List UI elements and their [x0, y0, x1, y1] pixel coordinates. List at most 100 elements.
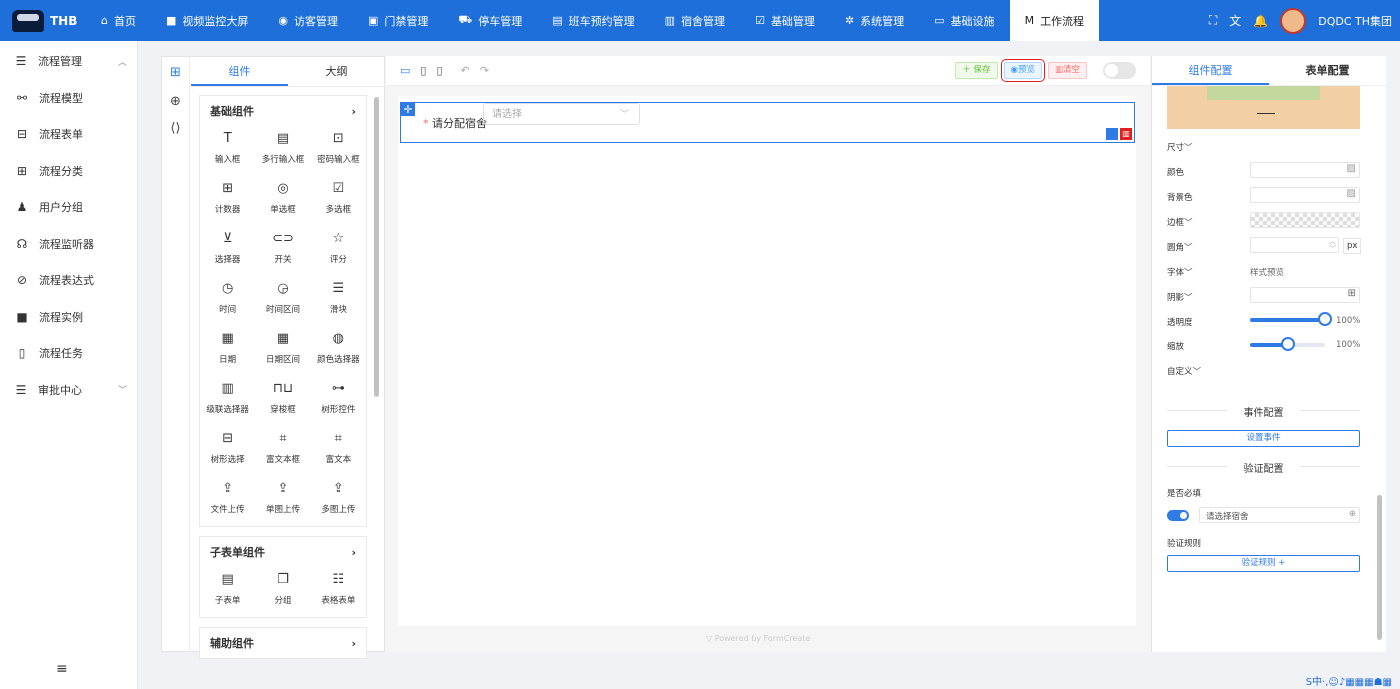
- shadow-label[interactable]: 阴影﹀: [1167, 291, 1193, 303]
- component-item[interactable]: ⊞ 计数器: [200, 176, 255, 220]
- form-field-dormitory[interactable]: ✛ * 请分配宿舍 请选择 ﹀ ▥: [400, 102, 1135, 143]
- globe-icon[interactable]: ⊕: [1349, 509, 1356, 519]
- component-item[interactable]: ◍ 颜色选择器: [311, 326, 366, 370]
- component-item[interactable]: ⊻ 选择器: [200, 226, 255, 270]
- color-input[interactable]: ▨: [1250, 162, 1360, 178]
- bg-color-input[interactable]: ▨: [1250, 187, 1360, 203]
- avatar[interactable]: [1280, 7, 1307, 34]
- add-rule-button[interactable]: 验证规则 +: [1167, 555, 1360, 572]
- component-item[interactable]: ◶ 时间区间: [255, 276, 310, 320]
- color-picker-icon[interactable]: ▨: [1347, 188, 1356, 199]
- tab-form-config[interactable]: 表单配置: [1269, 56, 1386, 85]
- desktop-view-icon[interactable]: ▭: [400, 64, 410, 77]
- mobile-view-icon[interactable]: ▯: [436, 64, 442, 77]
- component-item[interactable]: ⊂⊃ 开关: [255, 226, 310, 270]
- globe-icon[interactable]: ⊕: [162, 94, 189, 109]
- component-item[interactable]: ⊓⊔ 穿梭框: [255, 376, 310, 420]
- radius-input[interactable]: ︿ ﹀: [1250, 237, 1339, 253]
- font-label[interactable]: 字体﹀: [1167, 266, 1193, 278]
- tab-outline[interactable]: 大纲: [288, 57, 385, 86]
- component-item[interactable]: ☷ 表格表单: [311, 567, 366, 611]
- component-item[interactable]: ⇪ 多图上传: [311, 476, 366, 520]
- dormitory-select[interactable]: 请选择 ﹀: [483, 103, 640, 125]
- size-label[interactable]: 尺寸﹀: [1167, 141, 1193, 153]
- theme-toggle[interactable]: [1103, 62, 1136, 79]
- code-icon[interactable]: ⟨⟩: [162, 121, 189, 136]
- clear-button[interactable]: ▥清空: [1047, 62, 1087, 79]
- component-item[interactable]: ☰ 滑块: [311, 276, 366, 320]
- component-item[interactable]: ⊟ 树形选择: [200, 426, 255, 470]
- nav-item-7[interactable]: ☑ 基础管理: [740, 0, 830, 41]
- component-item[interactable]: ❐ 分组: [255, 567, 310, 611]
- shadow-input[interactable]: ⊞: [1250, 287, 1360, 303]
- component-item[interactable]: ⌗ 富文本框: [255, 426, 310, 470]
- set-event-button[interactable]: 设置事件: [1167, 430, 1360, 447]
- required-switch[interactable]: [1167, 510, 1189, 521]
- slider-knob[interactable]: [1318, 312, 1332, 326]
- custom-label[interactable]: 自定义﹀: [1167, 365, 1201, 377]
- sidebar-group-approval-center[interactable]: ☰ 审批中心 ﹀: [0, 372, 137, 409]
- opacity-slider[interactable]: [1250, 312, 1332, 326]
- redo-icon[interactable]: ↷: [480, 64, 489, 77]
- component-item[interactable]: ◷ 时间: [200, 276, 255, 320]
- shadow-picker-icon[interactable]: ⊞: [1348, 288, 1356, 299]
- border-pattern-preview[interactable]: [1250, 212, 1360, 228]
- tablet-view-icon[interactable]: ▯: [420, 64, 426, 77]
- user-name[interactable]: DQDC TH集团: [1318, 13, 1392, 29]
- nav-item-2[interactable]: ◉ 访客管理: [263, 0, 353, 41]
- right-panel-scrollbar[interactable]: [1377, 495, 1382, 640]
- nav-item-10[interactable]: M 工作流程: [1009, 0, 1100, 41]
- color-picker-icon[interactable]: ▨: [1347, 163, 1356, 174]
- component-group-header[interactable]: 辅助组件 ›: [200, 628, 366, 658]
- undo-icon[interactable]: ↶: [461, 64, 470, 77]
- stepper-icon[interactable]: ︿ ﹀: [1329, 237, 1336, 253]
- sidebar-item-5[interactable]: ⊘ 流程表达式: [0, 262, 137, 299]
- sidebar-group-process-management[interactable]: ☰ 流程管理 ︿: [0, 43, 137, 80]
- nav-item-9[interactable]: ▭ 基础设施: [919, 0, 1009, 41]
- nav-item-5[interactable]: ▤ 班车预约管理: [537, 0, 649, 41]
- nav-item-3[interactable]: ▣ 门禁管理: [353, 0, 443, 41]
- component-item[interactable]: ⇪ 单图上传: [255, 476, 310, 520]
- nav-item-1[interactable]: ■ 视频监控大屏: [151, 0, 263, 41]
- sidebar-item-6[interactable]: ■ 流程实例: [0, 299, 137, 336]
- fullscreen-icon[interactable]: ⛶: [1209, 13, 1217, 28]
- grid-icon[interactable]: ⊞: [162, 65, 189, 80]
- copy-field-icon[interactable]: [1106, 128, 1118, 140]
- component-item[interactable]: ⌗ 富文本: [311, 426, 366, 470]
- component-item[interactable]: ▦ 日期区间: [255, 326, 310, 370]
- logo[interactable]: THB: [0, 0, 86, 41]
- drag-handle-icon[interactable]: ✛: [401, 103, 415, 116]
- slider-knob[interactable]: [1280, 337, 1295, 351]
- sidebar-item-4[interactable]: ☊ 流程监听器: [0, 226, 137, 263]
- component-item[interactable]: ▤ 子表单: [200, 567, 255, 611]
- sidebar-item-7[interactable]: ▯ 流程任务: [0, 335, 137, 372]
- delete-field-icon[interactable]: ▥: [1120, 128, 1132, 140]
- tab-component-config[interactable]: 组件配置: [1152, 56, 1269, 85]
- language-icon[interactable]: 文: [1229, 12, 1241, 29]
- sidebar-item-2[interactable]: ⊞ 流程分类: [0, 153, 137, 190]
- nav-item-8[interactable]: ✲ 系统管理: [830, 0, 919, 41]
- component-item[interactable]: ▥ 级联选择器: [200, 376, 255, 420]
- scale-slider[interactable]: [1250, 337, 1325, 351]
- collapse-sidebar-icon[interactable]: ≡: [56, 661, 68, 677]
- ime-tray[interactable]: S中·,☺♪▦▦▦☗▦: [1306, 673, 1392, 688]
- sidebar-item-0[interactable]: ⚯ 流程模型: [0, 80, 137, 117]
- px-unit[interactable]: px: [1343, 238, 1362, 254]
- component-item[interactable]: ◎ 单选框: [255, 176, 310, 220]
- component-item[interactable]: ☆ 评分: [311, 226, 366, 270]
- component-item[interactable]: ⊶ 树形控件: [311, 376, 366, 420]
- left-panel-scrollbar[interactable]: [374, 97, 379, 397]
- required-message-input[interactable]: 请选择宿舍 ⊕: [1199, 507, 1360, 523]
- nav-item-0[interactable]: ⌂ 首页: [86, 0, 151, 41]
- component-item[interactable]: ▦ 日期: [200, 326, 255, 370]
- component-group-header[interactable]: 子表单组件 ›: [200, 537, 366, 567]
- component-item[interactable]: ☑ 多选框: [311, 176, 366, 220]
- component-item[interactable]: ⊡ 密码输入框: [311, 126, 366, 170]
- nav-item-6[interactable]: ▥ 宿舍管理: [650, 0, 740, 41]
- component-item[interactable]: T 输入框: [200, 126, 255, 170]
- sidebar-item-1[interactable]: ⊟ 流程表单: [0, 116, 137, 153]
- save-button[interactable]: ＋ 保存: [955, 62, 998, 79]
- component-item[interactable]: ▤ 多行输入框: [255, 126, 310, 170]
- sidebar-item-3[interactable]: ♟ 用户分组: [0, 189, 137, 226]
- component-group-header[interactable]: 基础组件 ›: [200, 96, 366, 126]
